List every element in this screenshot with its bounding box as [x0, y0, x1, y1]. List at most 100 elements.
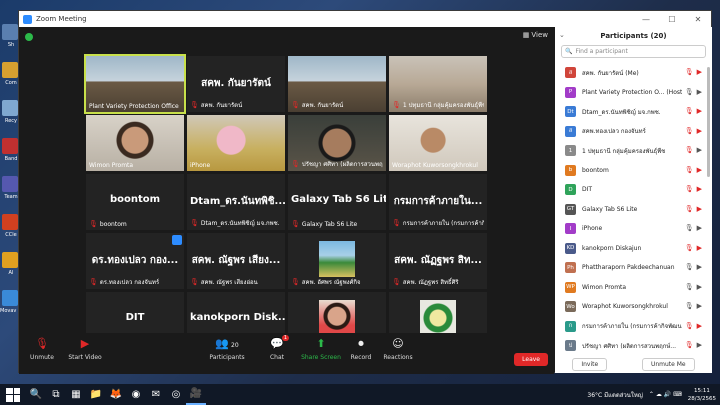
- video-tile[interactable]: สคพ. ณัฏฐพร สิท... 🎙 สคพ. ณัฏฐพร สิทธิ์ศิร…: [389, 233, 487, 289]
- unmute-button[interactable]: 🎙 Unmute: [27, 337, 57, 361]
- participant-name: สคพ. ณัฏฐพร สิทธิ์ศิริ: [402, 279, 459, 286]
- participant-row[interactable]: ก กรมการค้าภายใน (กรมการค้ากิจพัฒน 🎙 ▶: [555, 317, 712, 337]
- video-tile[interactable]: 🎙 สคพ. อัศพร ณัฐพงศ์กิจ: [288, 233, 386, 289]
- desktop-shortcut-icon[interactable]: [2, 176, 18, 192]
- video-tile[interactable]: Wimon Promta: [86, 115, 184, 171]
- desktop-shortcut-icon[interactable]: [2, 290, 18, 306]
- video-tile[interactable]: 🎙 ปรัชญา ศศิทา (ผลิดการสวนพฤกษ์: [288, 115, 386, 171]
- chevron-down-icon[interactable]: ⌄: [559, 31, 565, 39]
- video-tile[interactable]: iPhone: [187, 115, 285, 171]
- video-tile[interactable]: boontom 🎙 boontom: [86, 174, 184, 230]
- mic-muted-icon: 🎙: [392, 219, 401, 227]
- participant-status-icons: 🎙 ▶: [685, 68, 702, 76]
- tile-name-label: 🎙 ดร.ทองเปลว กองจันทร์: [89, 277, 181, 287]
- participant-row[interactable]: Ph Phattharaporn Pakdeechanuan 🎙 ▶: [555, 258, 712, 278]
- participant-status-icons: 🎙 ▶: [685, 166, 702, 174]
- taskbar-app-icon[interactable]: 🔍: [26, 384, 46, 405]
- taskbar-app-icon[interactable]: 🎥: [186, 384, 206, 405]
- taskbar-app-icon[interactable]: 🦊: [106, 384, 126, 405]
- window-title: Zoom Meeting: [36, 15, 87, 23]
- leave-button[interactable]: Leave: [514, 353, 548, 366]
- participant-row[interactable]: KD kanokporn Diskajun 🎙 ▶: [555, 239, 712, 259]
- video-off-icon: ▶: [696, 204, 702, 213]
- participant-row[interactable]: D DIT 🎙 ▶: [555, 180, 712, 200]
- mic-muted-icon: 🎙: [190, 278, 199, 286]
- video-tile[interactable]: ดร.ทองเปลว กอง... 🎙 ดร.ทองเปลว กองจันทร์: [86, 233, 184, 289]
- taskbar-app-icon[interactable]: ⧉: [46, 384, 66, 405]
- video-tile[interactable]: Plant Variety Protection Office: [84, 54, 186, 114]
- record-button[interactable]: ⏺ Record: [349, 337, 373, 361]
- participant-row[interactable]: b boontom 🎙 ▶: [555, 161, 712, 181]
- tray-icons[interactable]: ⌃ ☁ 🔊 ⌨: [649, 391, 682, 398]
- mic-muted-icon: 🎙: [291, 160, 300, 168]
- video-tile[interactable]: สคพ. กันยารัตน์ 🎙 สคพ. กันยารัตน์: [187, 56, 285, 112]
- grid-icon: ▦: [522, 31, 530, 39]
- mic-muted-icon: 🎙: [291, 220, 300, 228]
- participant-row[interactable]: ป ปรัชญา ศศิทา (ผลิดการสวนพฤกษ์... 🎙 ▶: [555, 336, 712, 355]
- desktop-shortcut-icon[interactable]: [2, 100, 18, 116]
- encryption-shield-icon[interactable]: [25, 33, 33, 41]
- video-icon: ▶: [696, 146, 702, 154]
- video-tile[interactable]: 🎙 1 ปทุมธานี กลุ่มคุ้มครองพันธุ์พืชฯ: [389, 56, 487, 112]
- participant-row[interactable]: GT Galaxy Tab S6 Lite 🎙 ▶: [555, 200, 712, 220]
- participant-row[interactable]: IiPhone 🎙 ▶: [555, 219, 712, 239]
- desktop-shortcut-icon[interactable]: [2, 138, 18, 154]
- desktop-shortcut-icon[interactable]: [2, 62, 18, 78]
- mic-muted-icon: 🎙: [392, 101, 401, 109]
- mic-muted-icon: 🎙: [684, 321, 694, 330]
- tile-name-label: iPhone: [190, 162, 282, 169]
- desktop-shortcut-icon[interactable]: [2, 252, 18, 268]
- chat-button[interactable]: 💬 1 Chat: [267, 335, 289, 361]
- mic-muted-icon: 🎙: [35, 337, 49, 350]
- weather-text[interactable]: 36°C มีแดดส่วนใหญ่: [587, 390, 642, 400]
- taskbar-app-icon[interactable]: ◉: [126, 384, 146, 405]
- clock[interactable]: 15:11 28/3/2565: [688, 387, 716, 403]
- find-participant-input[interactable]: 🔍 Find a participant: [561, 45, 706, 58]
- video-tile[interactable]: 🎙 สคพ. กันยารัตน์: [288, 56, 386, 112]
- minimize-button[interactable]: —: [633, 15, 659, 24]
- more-options-icon[interactable]: [172, 235, 182, 245]
- video-tile[interactable]: Galaxy Tab S6 Lite 🎙 Galaxy Tab S6 Lite: [288, 174, 386, 230]
- invite-button[interactable]: Invite: [572, 357, 608, 371]
- mic-icon: 🎙: [684, 224, 694, 232]
- participant-name: 1 ปทุมธานี กลุ่มคุ้มครองพันธุ์พืชฯ: [402, 102, 484, 109]
- participant-row[interactable]: Wo Woraphot Kuworsongkhrokul 🎙 ▶: [555, 297, 712, 317]
- taskbar-app-icon[interactable]: ▦: [66, 384, 86, 405]
- system-tray: 36°C มีแดดส่วนใหญ่ ⌃ ☁ 🔊 ⌨ 15:11 28/3/25…: [587, 384, 716, 405]
- participant-row[interactable]: WP Wimon Promta 🎙 ▶: [555, 278, 712, 298]
- participant-row[interactable]: P Plant Variety Protection O... (Host) 🎙 ▶: [555, 83, 712, 103]
- taskbar-app-icon[interactable]: ✉: [146, 384, 166, 405]
- maximize-button[interactable]: ☐: [659, 15, 685, 24]
- taskbar-app-icon[interactable]: 📁: [86, 384, 106, 405]
- mic-muted-icon: 🎙: [684, 185, 694, 193]
- windows-start-icon[interactable]: [6, 387, 20, 402]
- video-tile[interactable]: กรมการค้าภายใน... 🎙 กรมการค้าภายใน (กรมการ…: [389, 174, 487, 230]
- close-button[interactable]: ✕: [685, 15, 711, 24]
- participant-name: iPhone: [582, 225, 603, 233]
- participant-name: ปรัชญา ศศิทา (ผลิดการสวนพฤกษ์...: [582, 342, 677, 350]
- unmute-me-button[interactable]: Unmute Me: [641, 357, 695, 371]
- participant-display-name: สคพ. กันยารัตน์: [201, 78, 271, 89]
- participant-name: Woraphot Kuworsongkhrokul: [582, 303, 668, 311]
- participant-row[interactable]: ส สคพ. กันยารัตน์ (Me) 🎙 ▶: [555, 63, 712, 83]
- participant-row[interactable]: ส สคพ.ทองเปลว กองจันทร์ 🎙 ▶: [555, 122, 712, 142]
- video-tile[interactable]: Dtam_ดร.นันทพิชิ... 🎙 Dtam_ดร.นันทพิชิญ์ ม…: [187, 174, 285, 230]
- desktop-shortcut-icon[interactable]: [2, 24, 18, 40]
- desktop-icon-strip: ShComRecyBandTeamCCleAIMovav Conver: [0, 18, 22, 371]
- share-screen-button[interactable]: ⬆ Share Screen: [301, 337, 341, 361]
- desktop-shortcut-icon[interactable]: [2, 214, 18, 230]
- reactions-button[interactable]: ☺ Reactions: [383, 337, 413, 361]
- participant-row[interactable]: 1 1 ปทุมธานี กลุ่มคุ้มครองพันธุ์พืช 🎙 ▶: [555, 141, 712, 161]
- video-tile[interactable]: Woraphot Kuworsongkhrokul: [389, 115, 487, 171]
- mic-muted-icon: 🎙: [684, 107, 694, 115]
- scrollbar[interactable]: [707, 67, 710, 177]
- view-button[interactable]: ▦ View: [523, 31, 548, 39]
- participant-row[interactable]: Dt Dtam_ดร.นันทพิชิญ์ มจ.กพช. 🎙 ▶: [555, 102, 712, 122]
- gallery-grid: Plant Variety Protection Office สคพ. กันย…: [84, 54, 487, 348]
- start-video-button[interactable]: ▶ Start Video: [65, 337, 105, 361]
- participant-name: ปรัชญา ศศิทา (ผลิดการสวนพฤกษ์: [301, 161, 383, 168]
- video-tile[interactable]: สคพ. ณัฐพร เสียง... 🎙 สคพ. ณัฐพร เสียงอ่อน: [187, 233, 285, 289]
- mic-muted-icon: 🎙: [684, 204, 694, 213]
- participants-button[interactable]: 👥 20 Participants: [209, 337, 245, 361]
- taskbar-app-icon[interactable]: ◎: [166, 384, 186, 405]
